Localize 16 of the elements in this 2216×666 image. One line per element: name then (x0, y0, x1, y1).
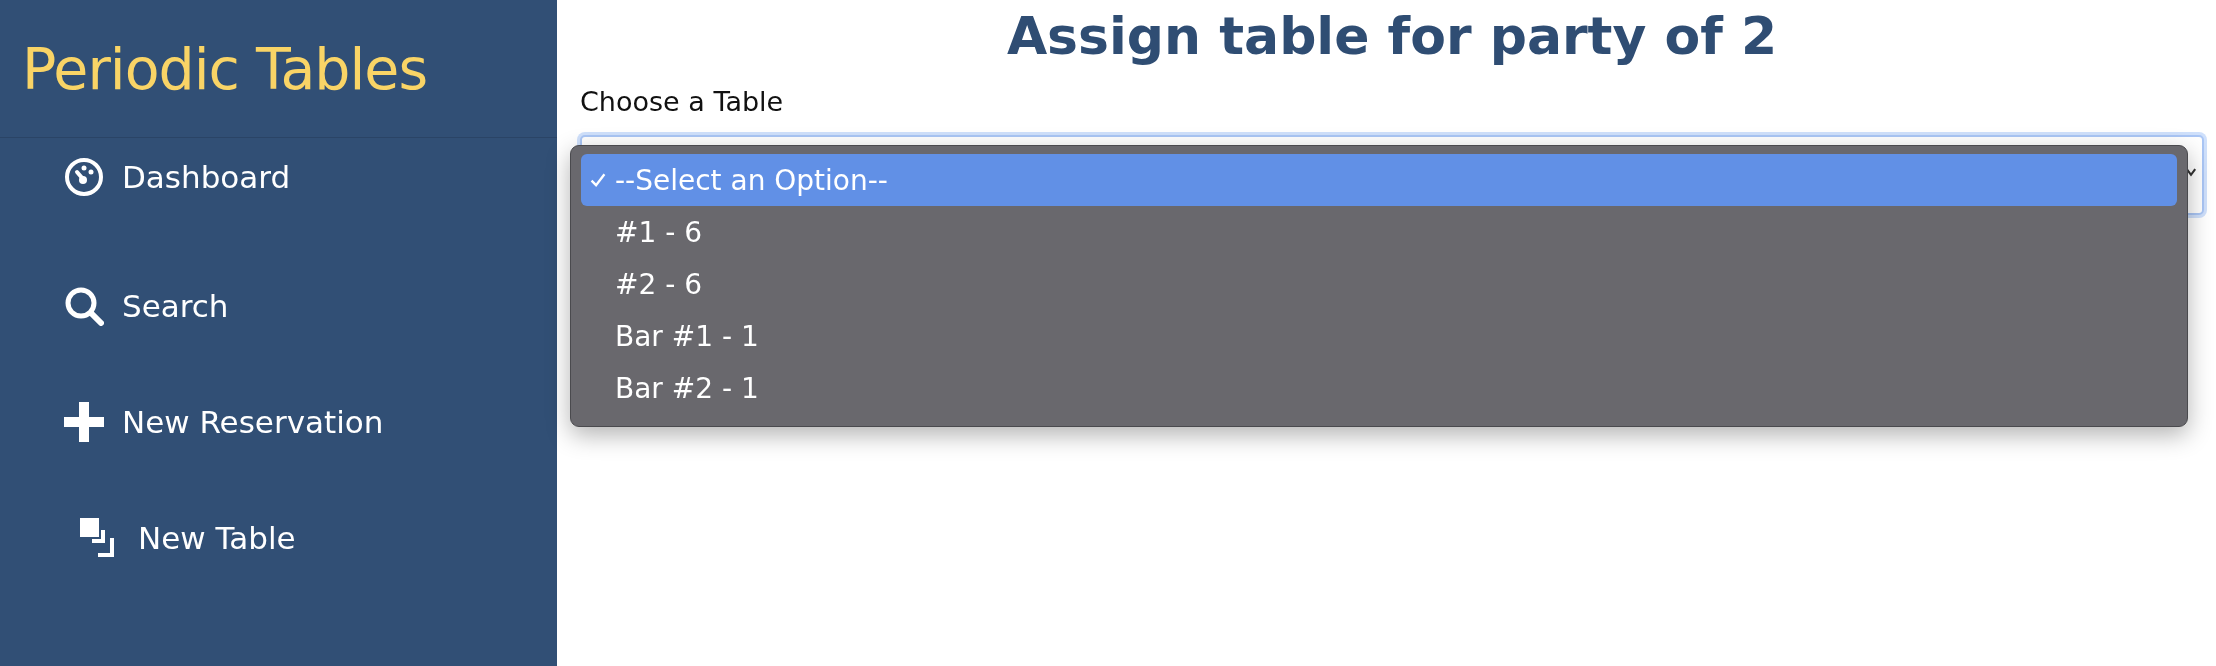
search-icon (64, 286, 104, 326)
nav-link[interactable]: New Table (0, 480, 557, 596)
page-heading: Assign table for party of 2 (1005, 6, 1779, 66)
nav-link[interactable]: Dashboard (0, 132, 557, 222)
plus-icon (64, 402, 104, 442)
dropdown-option[interactable]: #2 - 6 (581, 258, 2177, 310)
dropdown-option[interactable]: Bar #2 - 1 (581, 362, 2177, 414)
checkmark-icon (589, 171, 607, 189)
brand-title[interactable]: Periodic Tables (22, 35, 428, 102)
dropdown-option[interactable]: Bar #1 - 1 (581, 310, 2177, 362)
nav-link[interactable]: New Reservation (0, 364, 557, 480)
dropdown-option[interactable]: --Select an Option-- (581, 154, 2177, 206)
gauge-icon (64, 157, 104, 197)
nav-link[interactable]: Search (0, 248, 557, 364)
dropdown-option[interactable]: #1 - 6 (581, 206, 2177, 258)
field-label: Choose a Table (580, 86, 785, 117)
